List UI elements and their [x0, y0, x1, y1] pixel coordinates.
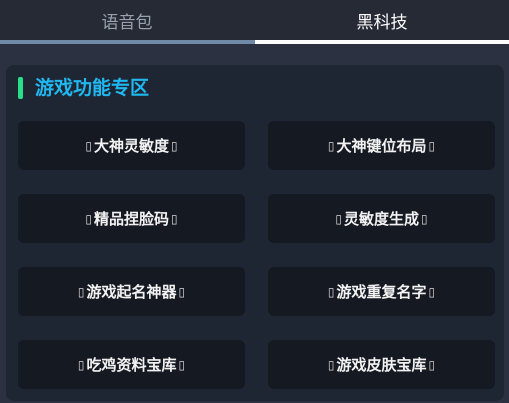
right-glyph-icon: ▯ — [428, 357, 436, 372]
sensitivity-generator-button[interactable]: ▯ 灵敏度生成 ▯ — [268, 194, 495, 243]
left-glyph-icon: ▯ — [77, 284, 85, 299]
tab-voice-pack[interactable]: 语音包 — [0, 0, 254, 40]
right-glyph-icon: ▯ — [178, 284, 186, 299]
pubg-database-button[interactable]: ▯ 吃鸡资料宝库 ▯ — [18, 340, 245, 389]
right-glyph-icon: ▯ — [178, 357, 186, 372]
right-glyph-icon: ▯ — [421, 211, 428, 226]
left-glyph-icon: ▯ — [335, 211, 342, 226]
button-label: 精品捏脸码 — [93, 210, 169, 228]
right-glyph-icon: ▯ — [428, 138, 436, 153]
pro-sensitivity-button[interactable]: ▯ 大神灵敏度 ▯ — [18, 121, 245, 170]
name-generator-button[interactable]: ▯ 游戏起名神器 ▯ — [18, 267, 245, 316]
right-glyph-icon: ▯ — [171, 138, 178, 153]
left-glyph-icon: ▯ — [85, 211, 92, 226]
button-label: 游戏皮肤宝库 — [336, 356, 427, 374]
face-code-button[interactable]: ▯ 精品捏脸码 ▯ — [18, 194, 245, 243]
section-accent-bar — [18, 77, 23, 99]
button-label: 大神灵敏度 — [93, 137, 169, 155]
left-glyph-icon: ▯ — [85, 138, 92, 153]
right-glyph-icon: ▯ — [171, 211, 178, 226]
tab-bar: 语音包 黑科技 — [0, 0, 509, 44]
right-glyph-icon: ▯ — [428, 284, 436, 299]
button-label: 游戏重复名字 — [336, 283, 427, 301]
left-glyph-icon: ▯ — [327, 138, 335, 153]
tab-black-tech[interactable]: 黑科技 — [255, 0, 509, 40]
duplicate-name-button[interactable]: ▯ 游戏重复名字 ▯ — [268, 267, 495, 316]
button-label: 吃鸡资料宝库 — [86, 356, 177, 374]
left-glyph-icon: ▯ — [327, 284, 335, 299]
skin-library-button[interactable]: ▯ 游戏皮肤宝库 ▯ — [268, 340, 495, 389]
button-label: 大神键位布局 — [336, 137, 427, 155]
section-title: 游戏功能专区 — [35, 77, 150, 99]
button-label: 灵敏度生成 — [343, 210, 419, 228]
left-glyph-icon: ▯ — [327, 357, 335, 372]
left-glyph-icon: ▯ — [77, 357, 85, 372]
tab-black-tech-underline — [255, 40, 509, 44]
tab-voice-pack-underline — [0, 40, 255, 44]
button-label: 游戏起名神器 — [86, 283, 177, 301]
pro-key-layout-button[interactable]: ▯ 大神键位布局 ▯ — [268, 121, 495, 170]
